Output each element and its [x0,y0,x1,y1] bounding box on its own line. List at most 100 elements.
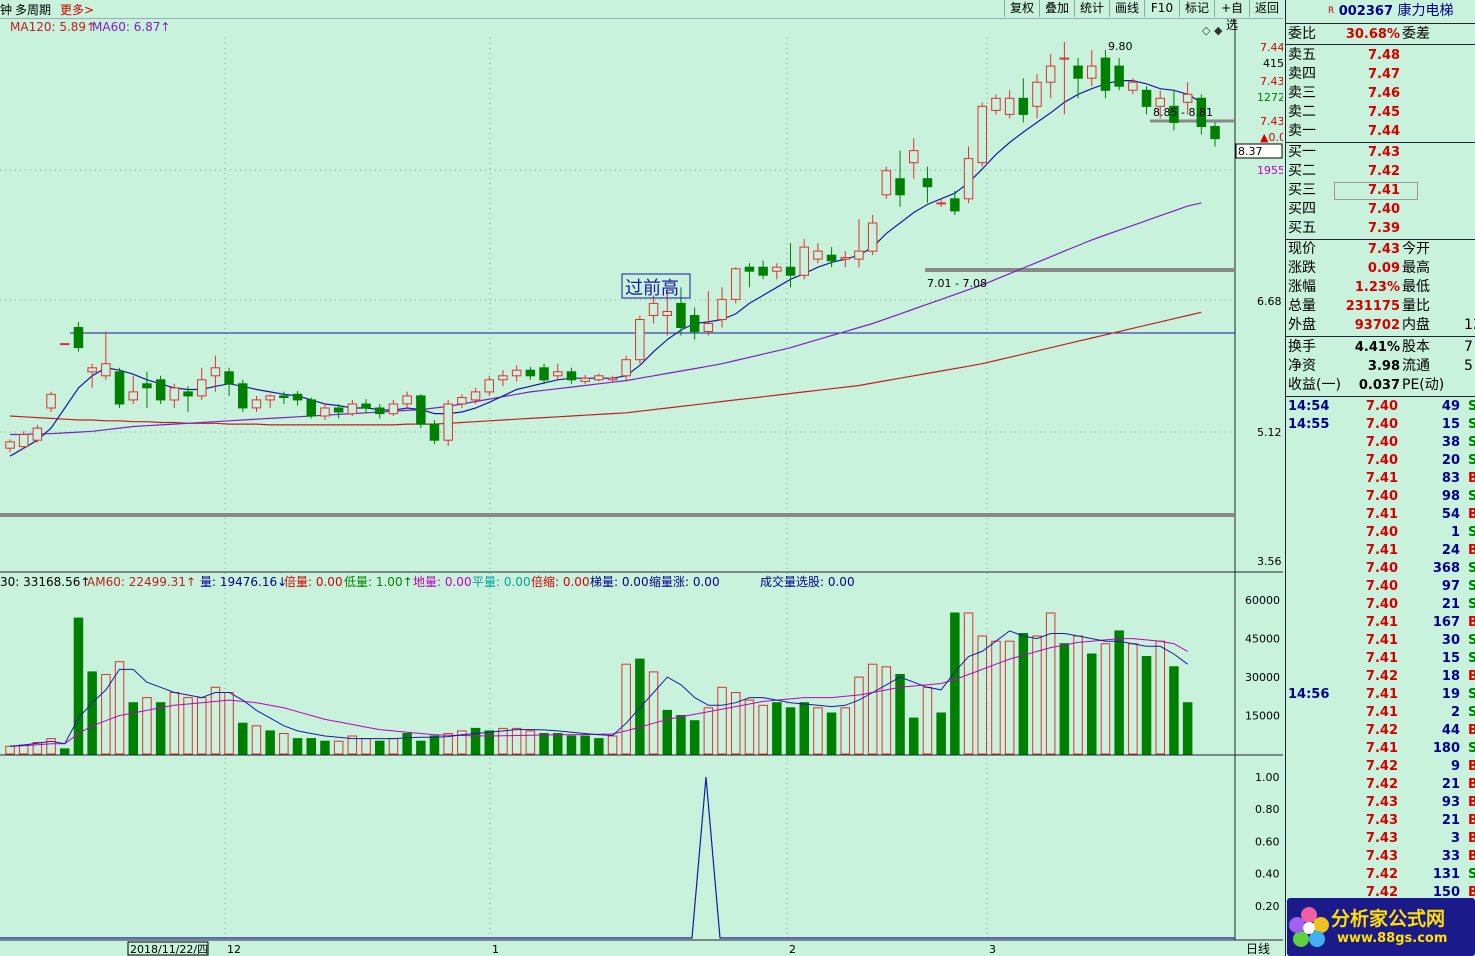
ma-legend: MA120: 5.89↑ MA60: 6.87↑ [0,20,700,36]
volume-bar [388,738,399,755]
tick-price: 7.42 [1365,759,1398,774]
tick-row: 7.41 24 B [1286,542,1475,560]
tick-row: 7.42 18 B [1286,668,1475,686]
volume-bar [909,717,919,755]
mark-button[interactable]: 标记 [1179,0,1214,17]
buy-order-row: 买三 7.41 [1288,181,1474,200]
tick-price: 7.40 [1365,597,1398,612]
volume-bar [361,738,371,755]
tick-price: 7.40 [1365,453,1398,468]
candle-body [347,403,358,415]
tick-price: 7.42 [1365,723,1398,738]
tick-side: S [1468,741,1475,756]
volume-bar [950,612,960,755]
month-label: 12 [227,943,241,956]
volume-bar [744,699,755,755]
tick-row: 7.42 9 B [1286,758,1475,776]
order-price: 7.42 [1368,164,1401,179]
tick-volume: 83 [1441,471,1460,486]
volume-bar [594,738,604,755]
candle-body [1114,65,1124,87]
candle-body [909,150,919,164]
order-level-label: 卖五 [1288,47,1316,63]
vol-legend-item: 倍量: 0.00 [284,574,343,589]
tick-side: B [1468,507,1475,522]
tick-side: B [1468,669,1475,684]
candle-body [1100,57,1111,91]
fund-value: 0.037 [1358,378,1400,393]
volume-bar [607,735,618,755]
period-label[interactable]: 钟 [0,1,12,18]
volume-bar [758,704,768,755]
fund-label: 流通 [1402,358,1430,374]
tick-time: 14:54 [1288,399,1330,414]
tick-price: 7.42 [1365,669,1398,684]
volume-bar [580,735,590,755]
candle-body [566,371,577,381]
price-axis-label: 1955 [1257,164,1283,177]
fund-extra: 7 [1464,339,1473,355]
restore-rights-button[interactable]: 复权 [1004,0,1039,17]
tick-price: 7.41 [1365,507,1398,522]
candle-body [238,383,248,409]
tick-volume: 167 [1432,615,1460,630]
candle-body [388,403,399,415]
order-price: 7.47 [1368,67,1401,82]
overlay-button[interactable]: 叠加 [1039,0,1074,17]
candle-body [717,298,727,320]
f10-button[interactable]: F10 [1144,0,1179,17]
tick-row: 7.40 98 S [1286,488,1475,506]
candle-body [87,367,97,373]
price-axis-label: 7.43 [1260,75,1283,88]
tick-volume: 38 [1441,435,1460,450]
volume-bar [251,725,262,755]
tick-row: 7.40 21 S [1286,596,1475,614]
weibi-row: 委比 30.68% 委差 [1288,25,1474,44]
multi-period-button[interactable]: 多周期 [15,1,51,18]
draw-line-button[interactable]: 画线 [1109,0,1144,17]
candle-body [416,395,426,425]
order-price: 7.48 [1368,48,1401,63]
tick-side: S [1468,435,1475,450]
highlight-box [1334,182,1418,200]
statistics-button[interactable]: 统计 [1074,0,1109,17]
more-button[interactable]: 更多> [60,1,94,18]
candle-body [580,377,590,382]
tick-volume: 9 [1450,759,1460,774]
candle-body [73,327,84,349]
volume-bar [977,635,987,755]
tick-price: 7.43 [1365,831,1398,846]
divider [1286,396,1475,397]
price-axis-label: 1272 [1257,91,1283,104]
tick-side: B [1468,759,1475,774]
divider [1286,336,1475,337]
candle-body [18,434,29,448]
tick-side: S [1468,417,1475,432]
tick-volume: 54 [1441,507,1460,522]
volume-bar [402,733,412,755]
logo-title: 分析家公式网 [1331,908,1446,930]
tick-side: B [1468,777,1475,792]
back-button[interactable]: 返回 [1249,0,1284,17]
candle-body [991,97,1001,111]
candle-body [183,391,193,397]
tick-side: S [1468,651,1475,666]
volume-bar [60,748,70,755]
price-axis-label: 7.44 [1260,41,1283,54]
tick-price: 7.40 [1365,435,1398,450]
tick-time: 14:55 [1288,417,1330,432]
indicator-axis-label: 0.80 [1255,803,1280,816]
candle-body [813,250,823,260]
candle-body [977,105,987,164]
r-mark: R [1328,6,1335,16]
tick-price: 7.41 [1365,615,1398,630]
volume-bar [1128,643,1138,755]
candle-body [895,178,905,196]
add-watchlist-button[interactable]: +自选 [1214,0,1249,32]
tick-side: S [1468,525,1475,540]
candle-body [32,427,43,441]
candle-body [607,377,618,381]
price-axis-label: 3.56 [1257,555,1282,568]
candle-body [292,393,303,401]
candle-body [5,441,15,449]
